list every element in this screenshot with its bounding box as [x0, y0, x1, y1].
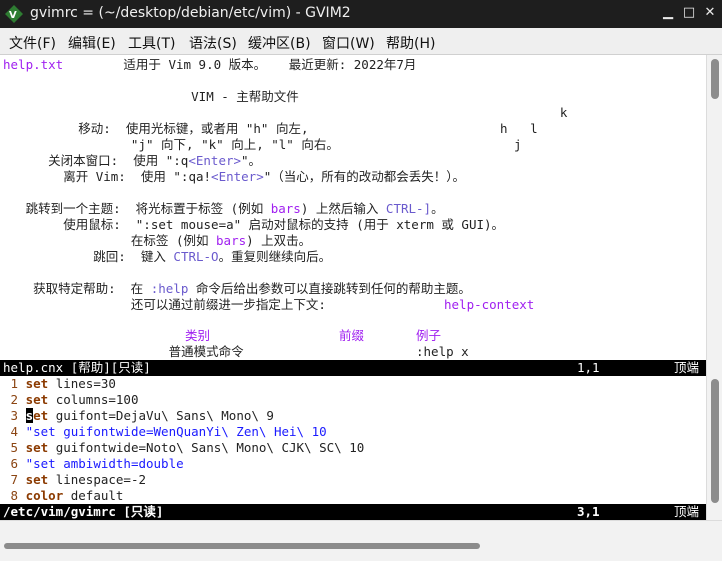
menu-help[interactable]: 帮助(H): [386, 33, 435, 53]
close-button[interactable]: ✕: [703, 6, 717, 20]
tag-bars[interactable]: bars: [271, 201, 301, 216]
vertical-scrollbar[interactable]: [706, 55, 722, 520]
help-example-x: :help x: [416, 344, 469, 359]
help-scroll-thumb[interactable]: [711, 59, 719, 99]
help-status-name: help.cnx [帮助][只读]: [3, 360, 151, 375]
header-category: 类别: [185, 328, 211, 343]
code-line: 4 "set guifontwide=WenQuanYi\ Zen\ Hei\ …: [10, 424, 327, 439]
maximize-button[interactable]: □: [682, 6, 696, 20]
window-title: gvimrc = (~/desktop/debian/etc/vim) - GV…: [30, 5, 351, 21]
code-line: 7 set linespace=-2: [10, 472, 147, 487]
vim-app-icon: V: [5, 5, 23, 23]
help-hl-diagram: h l: [500, 121, 538, 136]
tag-help-context[interactable]: help-context: [444, 297, 534, 313]
help-line-back: 跳回: 键入 CTRL-O。重复则继续向后。: [3, 249, 332, 264]
file-scroll-thumb[interactable]: [711, 379, 719, 503]
help-file-tag[interactable]: help.txt: [3, 57, 63, 72]
code-line: 5 set guifontwide=Noto\ Sans\ Mono\ CJK\…: [10, 440, 365, 455]
file-statusline: /etc/vim/gvimrc [只读] 3,1 顶端: [0, 504, 706, 520]
menu-syntax[interactable]: 语法(S): [189, 33, 237, 53]
editor-area[interactable]: help.txt 适用于 Vim 9.0 版本。 最近更新: 2022年7月 V…: [0, 55, 706, 520]
help-statusline: help.cnx [帮助][只读] 1,1 顶端: [0, 360, 706, 376]
code-line: 6 "set ambiwidth=double: [10, 456, 184, 471]
code-line: 2 set columns=100: [10, 392, 139, 407]
svg-text:V: V: [9, 10, 17, 21]
help-line-specific: 获取特定帮助: 在 :help 命令后给出参数可以直接跳转到任何的帮助主题。: [3, 281, 471, 296]
text-cursor: s: [25, 408, 34, 423]
menu-edit[interactable]: 编辑(E): [68, 33, 116, 53]
horizontal-scrollbar[interactable]: [0, 520, 722, 561]
file-status-name: /etc/vim/gvimrc [只读]: [3, 504, 164, 519]
file-status-where: 顶端: [674, 504, 700, 519]
file-status-pos: 3,1: [577, 504, 600, 519]
help-line-1: help.txt 适用于 Vim 9.0 版本。 最近更新: 2022年7月: [3, 57, 417, 72]
help-status-pos: 1,1: [577, 360, 600, 375]
help-j-diagram: j: [514, 137, 522, 152]
help-status-where: 顶端: [674, 360, 700, 375]
menu-tools[interactable]: 工具(T): [128, 33, 175, 53]
help-line-jump: 跳转到一个主题: 将光标置于标签 (例如 bars) 上然后输入 CTRL-]。: [3, 201, 444, 216]
help-line-normal-mode: 普通模式命令: [3, 344, 244, 359]
code-line: 3 set guifont=DejaVu\ Sans\ Mono\ 9: [10, 408, 274, 423]
help-title: VIM - 主帮助文件: [3, 89, 299, 104]
help-line-close: 关闭本窗口: 使用 ":q<Enter>"。: [3, 153, 262, 168]
menu-file[interactable]: 文件(F): [9, 33, 56, 53]
menu-buffers[interactable]: 缓冲区(B): [248, 33, 311, 53]
header-example: 例子: [416, 328, 442, 343]
help-line-dblclick: 在标签 (例如 bars) 上双击。: [3, 233, 312, 248]
header-prefix: 前缀: [339, 328, 365, 343]
window-titlebar: V gvimrc = (~/desktop/debian/etc/vim) - …: [0, 0, 722, 28]
help-line-mouse: 使用鼠标: ":set mouse=a" 启动对鼠标的支持 (用于 xterm …: [3, 217, 505, 232]
menubar: 文件(F) 编辑(E) 工具(T) 语法(S) 缓冲区(B) 窗口(W) 帮助(…: [0, 28, 722, 55]
code-line: 1 set lines=30: [10, 376, 116, 391]
help-line-jkl: "j" 向下, "k" 向上, "l" 向右。: [3, 137, 339, 152]
code-line: 8 color default: [10, 488, 124, 503]
horizontal-scroll-thumb[interactable]: [4, 543, 480, 549]
menu-window[interactable]: 窗口(W): [322, 33, 375, 53]
help-line-context: 还可以通过前缀进一步指定上下文:: [3, 297, 326, 312]
minimize-button[interactable]: ▁: [661, 6, 675, 20]
help-line-quit: 离开 Vim: 使用 ":qa!<Enter>"（当心，所有的改动都会丢失！）。: [3, 169, 466, 184]
help-line-3: k: [3, 105, 568, 120]
tag-bars-2[interactable]: bars: [216, 233, 246, 248]
help-line-move: 移动: 使用光标键，或者用 "h" 向左,: [3, 121, 309, 136]
